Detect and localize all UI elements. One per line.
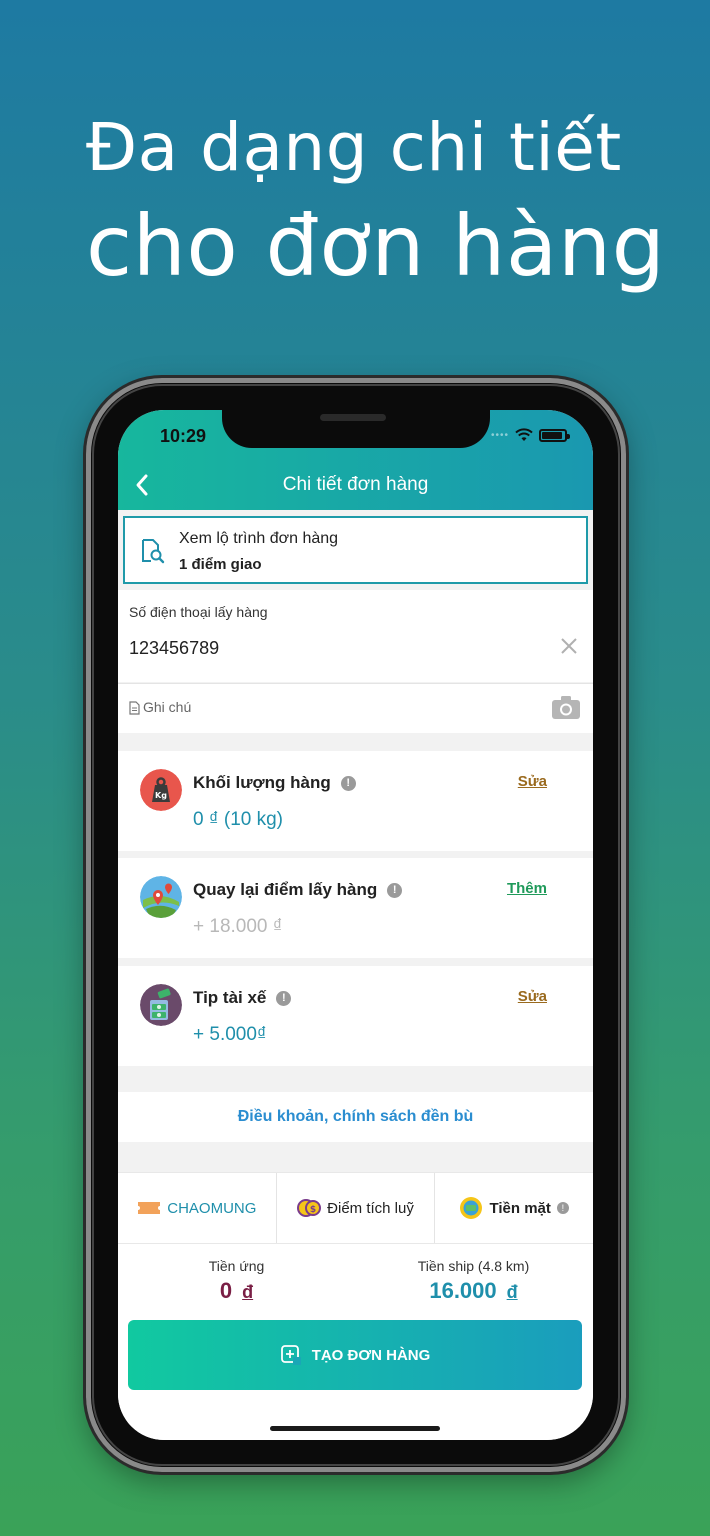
svg-text:$: $ [310, 1205, 316, 1215]
payment-options: CHAOMUNG $ Điểm tích luỹ Tiền mặt ! [118, 1172, 593, 1244]
service-card-return: Quay lại điểm lấy hàng! + 18.000 ₫ Thêm [118, 858, 593, 958]
policy-link[interactable]: Điều khoản, chính sách đền bù [118, 1092, 593, 1142]
info-icon[interactable]: ! [387, 883, 403, 898]
info-icon[interactable]: ! [340, 776, 356, 791]
service-title-text: Tip tài xế [193, 988, 267, 1007]
service-title-text: Khối lượng hàng [193, 773, 331, 792]
wifi-icon [515, 428, 533, 441]
document-icon [129, 701, 140, 715]
pickup-phone-section: Số điện thoại lấy hàng 123456789 [118, 590, 593, 682]
promo-code[interactable]: CHAOMUNG [118, 1173, 276, 1243]
phone-notch [222, 406, 490, 448]
tip-money-icon [140, 984, 182, 1026]
weight-icon: Kg [140, 769, 182, 811]
advance-label: Tiền ứng [208, 1258, 265, 1274]
clear-icon[interactable] [559, 636, 579, 656]
create-order-button[interactable]: TẠO ĐƠN HÀNG [128, 1320, 582, 1390]
order-totals: Tiền ứng 0đ Tiền ship (4.8 km) 16.000 đ T… [118, 1244, 593, 1440]
currency-symbol: đ [242, 1282, 254, 1302]
home-indicator [270, 1426, 440, 1431]
currency-symbol: đ [506, 1282, 518, 1302]
advance-amount: Tiền ứng 0đ [118, 1258, 355, 1304]
advance-value: 0đ [118, 1278, 355, 1304]
camera-icon[interactable] [551, 694, 581, 720]
svg-text:Kg: Kg [155, 791, 167, 800]
headline-line-1: Đa dạng chi tiết [86, 109, 622, 186]
phone-screen: 10:29 •••• Chi tiết đơn hàng Xem lộ trìn… [118, 410, 593, 1440]
coupon-icon [138, 1202, 161, 1214]
shipping-fee-value: 16.000 đ [355, 1278, 592, 1304]
signal-icon: •••• [490, 429, 509, 441]
status-time: 10:29 [160, 426, 207, 446]
loyalty-points-label: Điểm tích luỹ [327, 1199, 414, 1217]
status-indicators: •••• [490, 428, 570, 442]
service-card-tip: Tip tài xế! + 5.000₫ Sửa [118, 966, 593, 1066]
payment-method-label: Tiền mặt [489, 1199, 551, 1217]
route-delivery-count: 1 điểm giao [179, 556, 262, 573]
payment-method[interactable]: Tiền mặt ! [434, 1173, 593, 1243]
route-title: Xem lộ trình đơn hàng [179, 530, 339, 547]
add-order-icon [280, 1345, 301, 1365]
headline-line-2: cho đơn hàng [86, 197, 666, 295]
edit-weight-link[interactable]: Sửa [518, 773, 547, 790]
advance-value-text: 0 [219, 1278, 233, 1303]
service-title: Khối lượng hàng! [193, 773, 356, 793]
view-route-card[interactable]: Xem lộ trình đơn hàng 1 điểm giao [123, 516, 588, 584]
shipping-fee-label: Tiền ship (4.8 km) [417, 1258, 530, 1274]
cash-icon [460, 1197, 483, 1219]
return-map-icon [140, 876, 182, 918]
service-card-weight: Kg Khối lượng hàng! 0 ₫ (10 kg) Sửa [118, 751, 593, 851]
add-return-link[interactable]: Thêm [507, 880, 547, 897]
shipping-fee-value-text: 16.000 [429, 1278, 497, 1303]
service-value: + 5.000₫ [193, 1024, 267, 1045]
info-icon[interactable]: ! [556, 1202, 569, 1214]
coins-icon: $ [297, 1199, 322, 1217]
promo-code-text: CHAOMUNG [167, 1199, 257, 1217]
pickup-phone-label: Số điện thoại lấy hàng [129, 604, 268, 620]
service-value: 0 ₫ (10 kg) [193, 809, 284, 830]
service-title: Tip tài xế! [193, 988, 292, 1008]
service-title: Quay lại điểm lấy hàng! [193, 880, 403, 900]
create-order-label: TẠO ĐƠN HÀNG [311, 1346, 431, 1364]
page-title: Chi tiết đơn hàng [282, 474, 429, 495]
phone-speaker [320, 414, 386, 421]
note-section[interactable]: Ghi chú [118, 683, 593, 733]
loyalty-points[interactable]: $ Điểm tích luỹ [275, 1173, 435, 1243]
service-title-text: Quay lại điểm lấy hàng [193, 880, 378, 899]
edit-tip-link[interactable]: Sửa [518, 988, 547, 1005]
shipping-fee: Tiền ship (4.8 km) 16.000 đ [355, 1258, 592, 1304]
note-field[interactable]: Ghi chú [143, 699, 191, 715]
info-icon[interactable]: ! [276, 991, 292, 1006]
route-search-icon [142, 539, 165, 564]
battery-icon [539, 428, 570, 442]
service-value: + 18.000 ₫ [193, 916, 283, 937]
headline: Đa dạng chi tiết cho đơn hàng [86, 108, 665, 298]
pickup-phone-input[interactable]: 123456789 [129, 638, 219, 659]
